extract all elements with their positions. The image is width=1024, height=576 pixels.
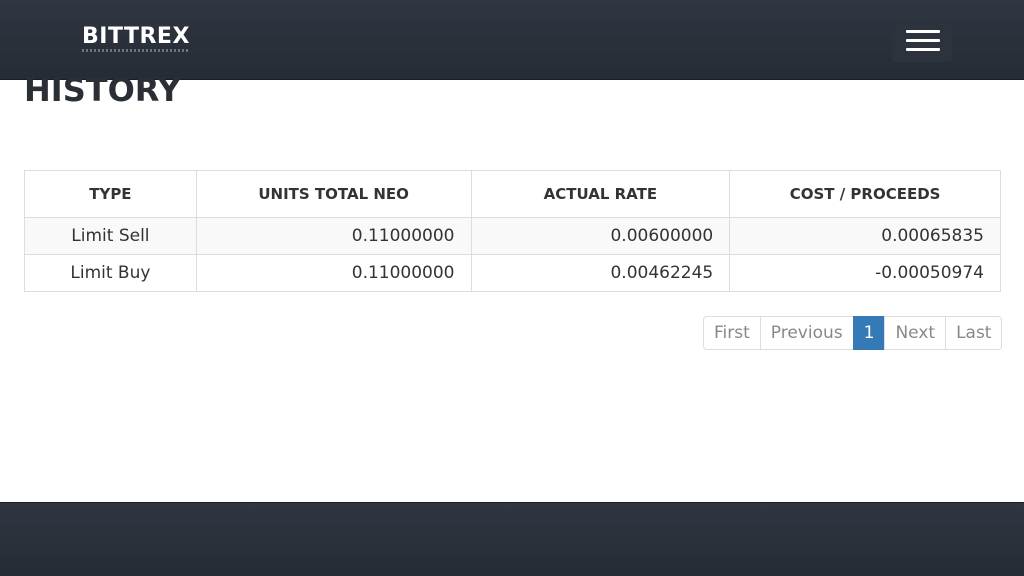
cell-cost: -0.00050974 [729, 254, 1001, 292]
column-header-cost[interactable]: COST / PROCEEDS [729, 170, 1001, 218]
column-header-units[interactable]: UNITS TOTAL NEO [195, 170, 472, 218]
column-header-rate[interactable]: ACTUAL RATE [470, 170, 731, 218]
table-row: Limit Buy 0.11000000 0.00462245 -0.00050… [24, 254, 1001, 292]
table-row: Limit Sell 0.11000000 0.00600000 0.00065… [24, 217, 1001, 255]
column-header-type[interactable]: TYPE [24, 170, 197, 218]
cell-units: 0.11000000 [195, 254, 472, 292]
page: BITTREX HISTORY TYPE UNITS TOTAL NEO ACT… [0, 0, 1024, 576]
pagination-first-button[interactable]: First [703, 316, 761, 350]
cell-units: 0.11000000 [195, 217, 472, 255]
page-title: HISTORY [24, 71, 181, 109]
pagination-next-button[interactable]: Next [884, 316, 947, 350]
history-table: TYPE UNITS TOTAL NEO ACTUAL RATE COST / … [24, 170, 1001, 292]
hamburger-menu-icon [906, 30, 940, 33]
top-navbar: BITTREX [0, 0, 1024, 80]
pagination: First Previous 1 Next Last [703, 316, 1003, 350]
cell-rate: 0.00462245 [470, 254, 731, 292]
menu-toggle-button[interactable] [892, 20, 952, 62]
cell-type: Limit Buy [24, 254, 197, 292]
pagination-last-button[interactable]: Last [945, 316, 1003, 350]
footer-bar [0, 502, 1024, 576]
hamburger-menu-icon [906, 39, 940, 42]
cell-rate: 0.00600000 [470, 217, 731, 255]
hamburger-menu-icon [906, 48, 940, 51]
table-header-row: TYPE UNITS TOTAL NEO ACTUAL RATE COST / … [24, 170, 1001, 218]
pagination-page-1-button[interactable]: 1 [852, 316, 886, 350]
cell-type: Limit Sell [24, 217, 197, 255]
pagination-previous-button[interactable]: Previous [759, 316, 854, 350]
cell-cost: 0.00065835 [729, 217, 1001, 255]
brand-logo[interactable]: BITTREX [82, 24, 190, 52]
